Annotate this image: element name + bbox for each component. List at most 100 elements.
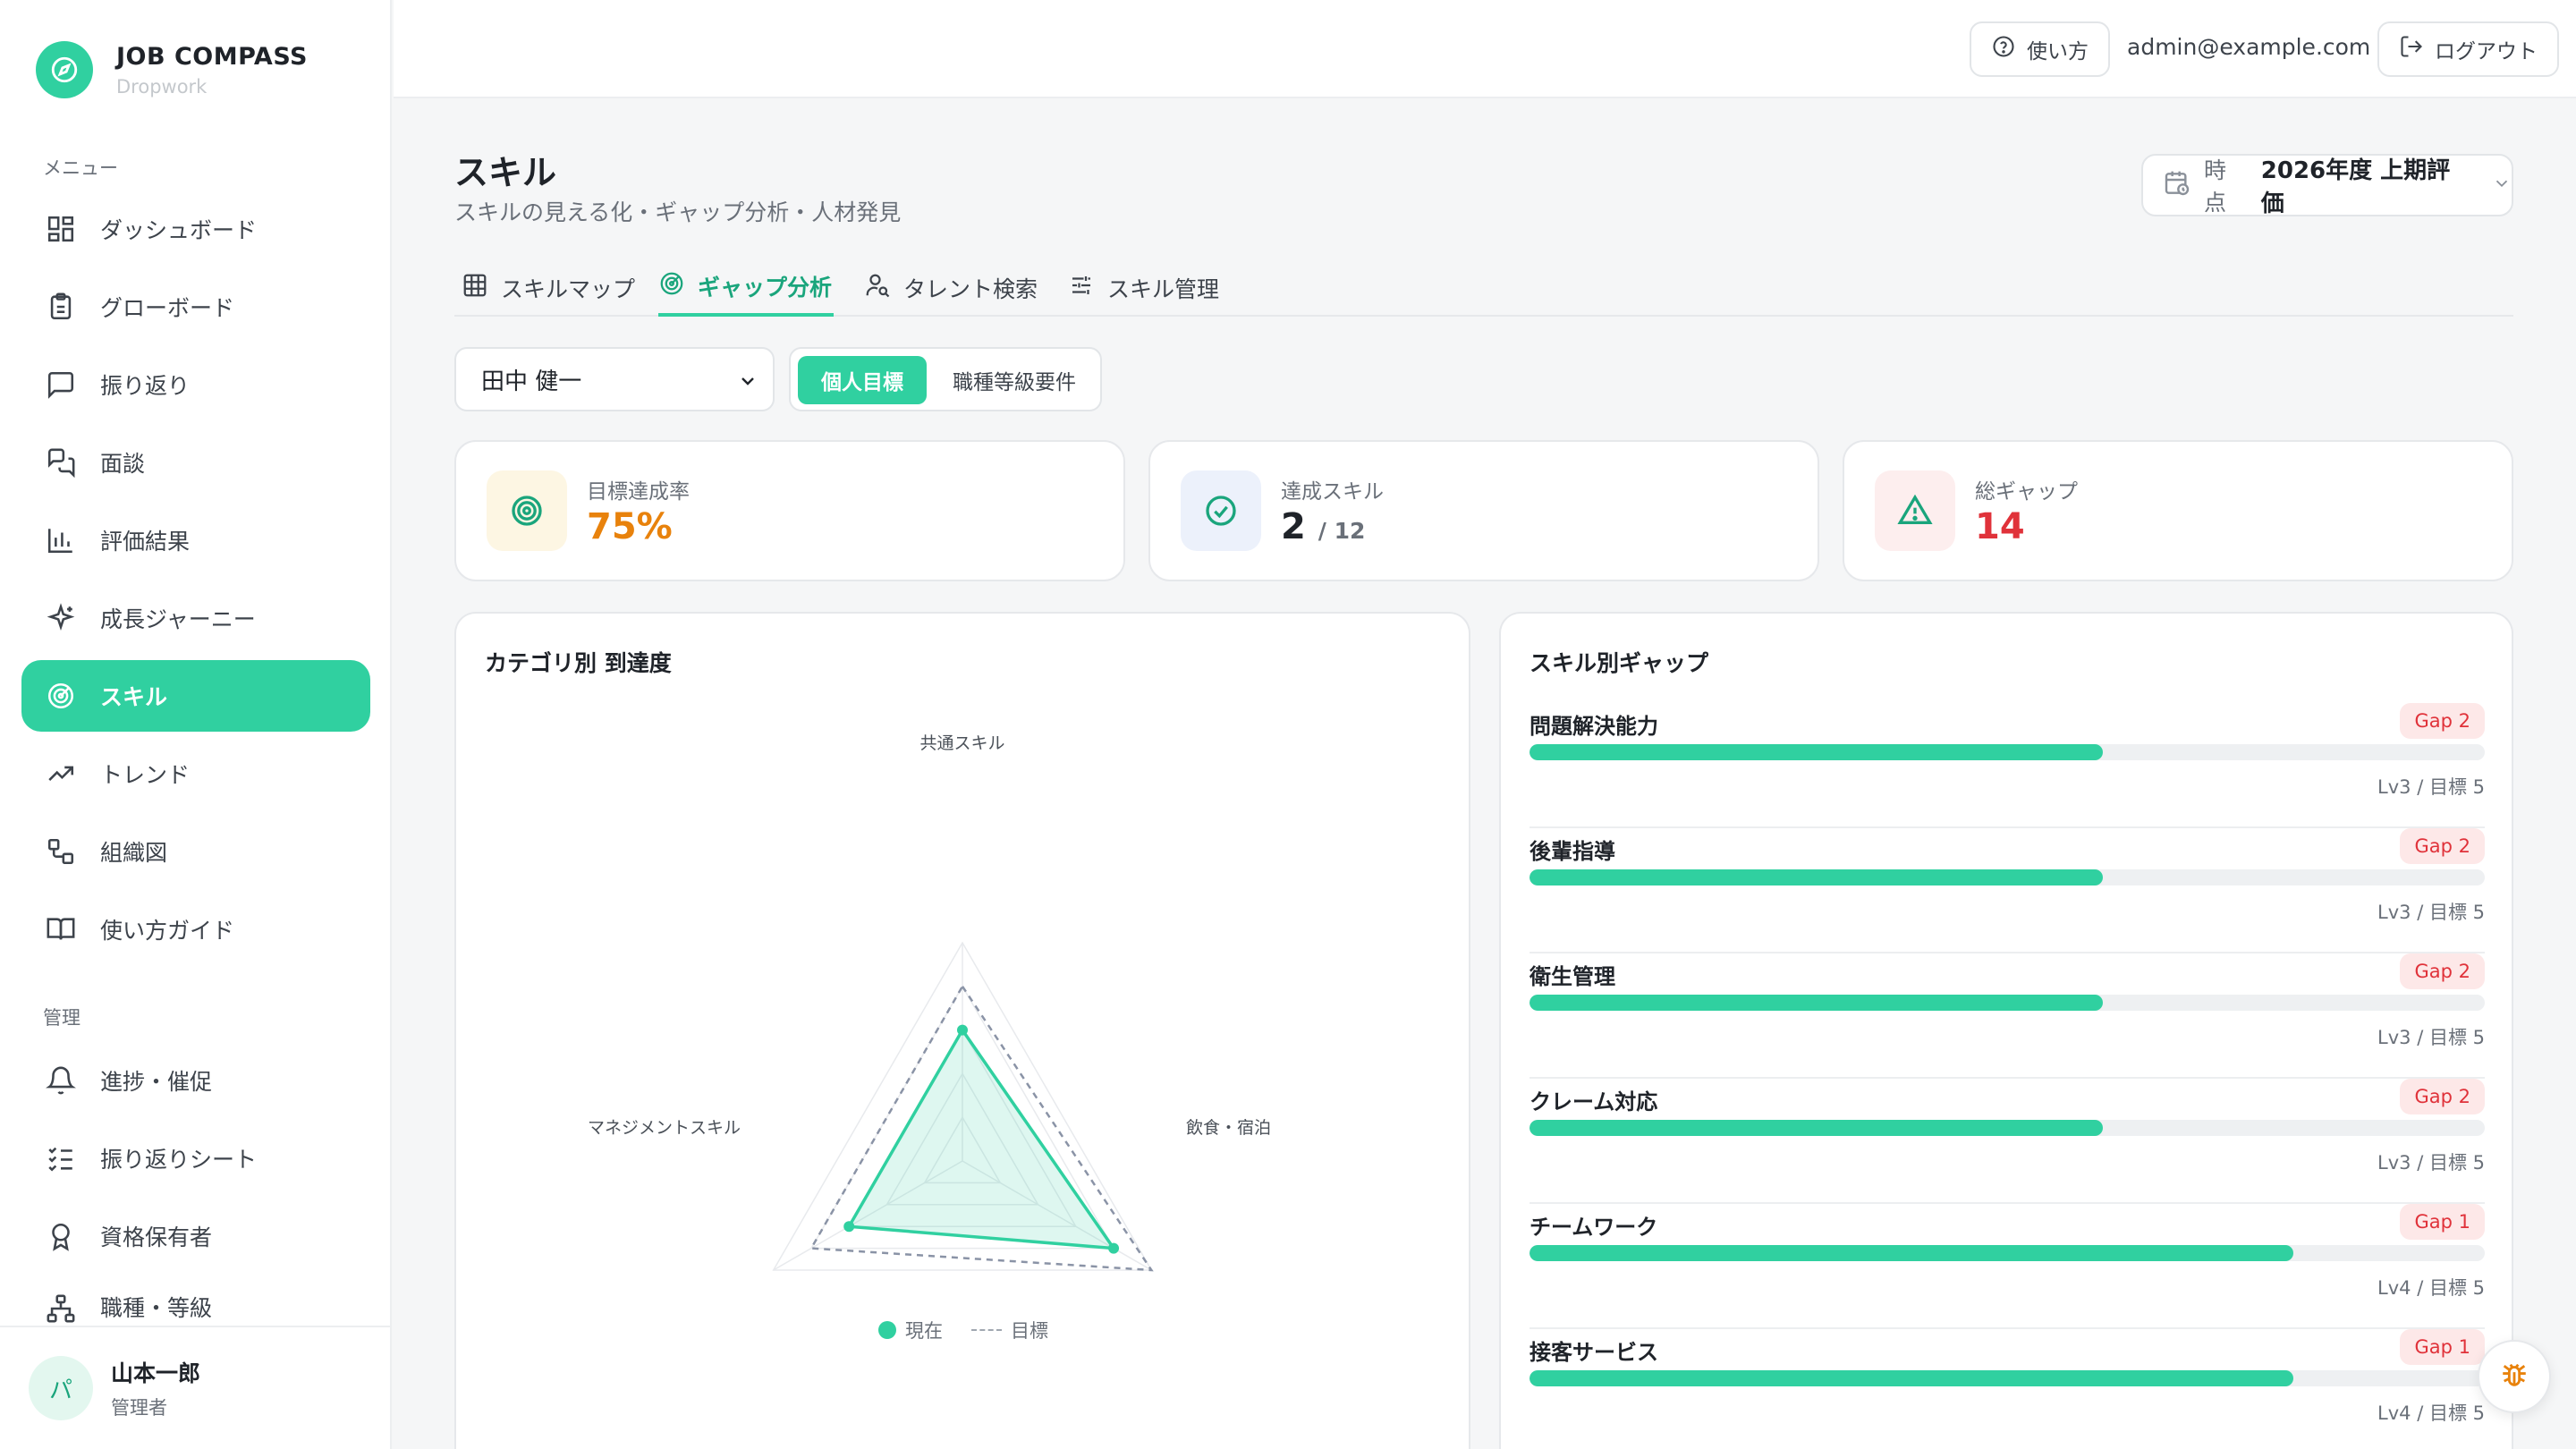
book-icon: [43, 911, 79, 947]
legend-current-swatch: [878, 1321, 896, 1339]
bug-report-button[interactable]: [2478, 1340, 2551, 1413]
sidebar-item-label: 使い方ガイド: [100, 918, 235, 944]
gap-badge: Gap 1: [2400, 1329, 2485, 1365]
person-select[interactable]: 田中 健一: [454, 347, 775, 411]
sidebar-item-trend[interactable]: トレンド: [21, 738, 370, 809]
user-role: 管理者: [111, 1397, 167, 1419]
sidebar-item-label: 振り返り: [100, 373, 191, 399]
gap-card: スキル別ギャップ 問題解決能力 Gap 2 Lv3 / 目標 5 後輩指導 Gap 2 L…: [1499, 612, 2513, 1449]
sidebar-item-job-grade[interactable]: 職種・等級: [21, 1278, 370, 1326]
logout-icon: [2399, 34, 2424, 64]
logout-label: ログアウト: [2435, 40, 2538, 64]
sidebar-item-label: グローボード: [100, 295, 235, 321]
sidebar-item-guide[interactable]: 使い方ガイド: [21, 894, 370, 965]
avatar: パ: [29, 1356, 93, 1420]
stat-suffix: / 12: [1318, 518, 1366, 544]
tab-skill-management[interactable]: スキル管理: [1068, 259, 1219, 317]
sidebar-item-label: 振り返りシート: [100, 1147, 258, 1173]
stat-value: 2: [1281, 506, 1306, 547]
gap-skill-name: クレーム対応: [1530, 1089, 1658, 1114]
sidebar-item-certificate-holders[interactable]: 資格保有者: [21, 1200, 370, 1272]
sidebar-item-reflection-sheet[interactable]: 振り返りシート: [21, 1123, 370, 1194]
personal-goal-button[interactable]: 個人目標: [798, 356, 927, 404]
message-square-icon: [43, 367, 79, 402]
gap-level: Lv3 / 目標 5: [2377, 902, 2485, 923]
bug-icon: [2499, 1360, 2529, 1394]
sidebar-item-label: 組織図: [100, 840, 168, 866]
gap-badge: Gap 2: [2400, 1079, 2485, 1114]
gap-skill-name: 衛生管理: [1530, 964, 1615, 989]
logout-button[interactable]: ログアウト: [2377, 21, 2559, 77]
sidebar-item-label: 職種・等級: [100, 1295, 213, 1321]
tab-label: スキルマップ: [501, 276, 636, 302]
stat-label: 目標達成率: [587, 480, 690, 504]
gap-skill-name: 問題解決能力: [1530, 714, 1658, 739]
sidebar-item-org-chart[interactable]: 組織図: [21, 816, 370, 887]
dashboard-icon: [43, 211, 79, 247]
gap-skill-name: 接客サービス: [1530, 1340, 1658, 1365]
sidebar-item-growboard[interactable]: グローボード: [21, 271, 370, 343]
sidebar-item-label: 進捗・催促: [100, 1069, 213, 1095]
sidebar-item-label: 評価結果: [100, 529, 191, 555]
person-select-value: 田中 健一: [481, 368, 582, 395]
radar-legend: 現在 目標: [878, 1317, 1048, 1343]
topbar: 使い方 admin@example.com ログアウト: [394, 0, 2576, 98]
sidebar-item-label: 資格保有者: [100, 1224, 213, 1250]
clipboard-icon: [43, 289, 79, 325]
page-subtitle: スキルの見える化・ギャップ分析・人材発見: [454, 199, 902, 225]
user-profile[interactable]: パ 山本一郎 管理者: [0, 1326, 390, 1449]
gap-progress-fill: [1530, 1245, 2294, 1261]
period-label: 時点: [2204, 157, 2227, 216]
sidebar-item-interview[interactable]: 面談: [21, 427, 370, 498]
gap-row: クレーム対応 Gap 2 Lv3 / 目標 5: [1530, 1079, 2485, 1204]
sidebar-item-progress[interactable]: 進捗・催促: [21, 1045, 370, 1116]
gap-level: Lv4 / 目標 5: [2377, 1402, 2485, 1424]
sparkles-icon: [43, 600, 79, 636]
menu-section-label: メニュー: [43, 157, 118, 179]
tab-talent-search[interactable]: タレント検索: [864, 259, 1038, 317]
gap-progress-fill: [1530, 1370, 2294, 1386]
sidebar-item-dashboard[interactable]: ダッシュボード: [21, 193, 370, 265]
gap-skill-name: チームワーク: [1530, 1215, 1658, 1240]
brand[interactable]: JOB COMPASS Dropwork: [36, 41, 308, 98]
period-select[interactable]: 時点 2026年度 上期評価: [2141, 154, 2513, 217]
compass-icon: [36, 41, 93, 98]
tab-label: タレント検索: [903, 276, 1038, 302]
org-chart-icon: [43, 834, 79, 869]
sidebar-item-skill[interactable]: スキル: [21, 660, 370, 732]
gap-progress-track: [1530, 1245, 2485, 1261]
bell-icon: [43, 1063, 79, 1098]
sidebar-item-label: 面談: [100, 451, 146, 477]
radar-axis-label-food: 飲食・宿泊: [1186, 1118, 1272, 1138]
grid-icon: [462, 272, 488, 304]
sidebar-item-label: 成長ジャーニー: [100, 606, 256, 632]
gap-progress-fill: [1530, 1120, 2103, 1136]
help-button[interactable]: 使い方: [1970, 21, 2110, 77]
radar-current-point: [1108, 1242, 1120, 1254]
stat-card-achieved-skills: 達成スキル 2 / 12: [1148, 440, 1819, 581]
radar-current-series: [846, 1027, 1117, 1250]
stat-card-achievement-rate: 目標達成率 75%: [454, 440, 1125, 581]
gap-badge: Gap 1: [2400, 1204, 2485, 1240]
target-toggle: 個人目標 職種等級要件: [789, 347, 1102, 411]
tab-gap-analysis[interactable]: ギャップ分析: [658, 259, 835, 317]
sidebar-item-reflection[interactable]: 振り返り: [21, 349, 370, 420]
stat-card-total-gap: 総ギャップ 14: [1843, 440, 2513, 581]
chevron-down-icon: [2492, 174, 2512, 197]
gap-row: 後輩指導 Gap 2 Lv3 / 目標 5: [1530, 828, 2485, 953]
radar-current-point: [957, 1024, 968, 1036]
grade-requirement-button[interactable]: 職種等級要件: [932, 356, 1097, 404]
user-search-icon: [864, 272, 891, 304]
radar-icon: [658, 270, 685, 302]
bar-chart-icon: [43, 522, 79, 558]
tab-skill-map[interactable]: スキルマップ: [462, 259, 635, 317]
radar-axis-label-common: 共通スキル: [919, 733, 1005, 753]
trending-up-icon: [43, 756, 79, 792]
gap-progress-fill: [1530, 995, 2103, 1011]
sidebar-item-evaluation[interactable]: 評価結果: [21, 504, 370, 576]
gap-level: Lv4 / 目標 5: [2377, 1277, 2485, 1299]
sidebar-item-growth-journey[interactable]: 成長ジャーニー: [21, 582, 370, 654]
sidebar-item-label: スキル: [100, 684, 168, 710]
sidebar: JOB COMPASS Dropwork メニュー ダッシュボード グローボード…: [0, 0, 392, 1449]
stat-value: 75%: [587, 506, 673, 547]
